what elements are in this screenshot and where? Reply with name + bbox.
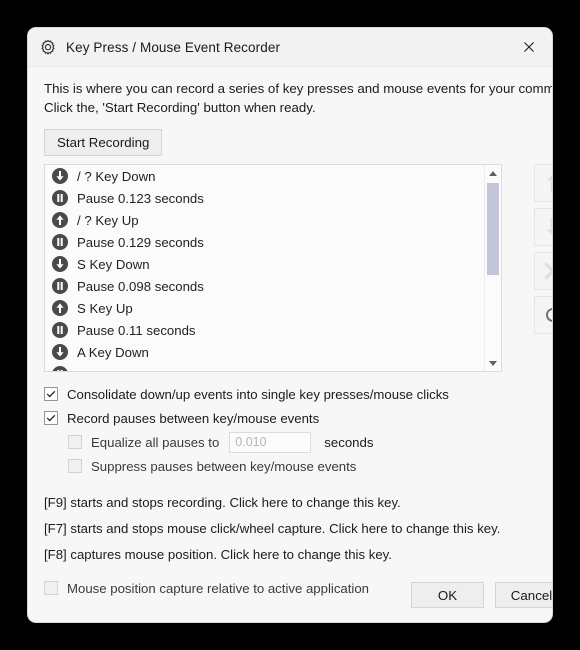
- dialog-body: This is where you can record a series of…: [28, 79, 552, 600]
- delete-button: [534, 252, 552, 290]
- hotkey-line-f8[interactable]: [F8] captures mouse position. Click here…: [44, 542, 536, 568]
- arrow-up-icon: [546, 175, 552, 192]
- intro-line-2: Click the, 'Start Recording' button when…: [44, 100, 316, 115]
- equalize-pauses-label: Equalize all pauses to: [91, 434, 220, 450]
- event-list-item-label: Pause 0.129 seconds: [77, 234, 204, 250]
- key-press-mouse-event-recorder-dialog: Key Press / Mouse Event Recorder This is…: [28, 28, 552, 622]
- event-list[interactable]: / ? Key Down Pause 0.123 seconds / ? Key U…: [44, 164, 502, 372]
- event-list-item[interactable]: Pause 0.129 seconds: [45, 231, 485, 253]
- event-list-scrollbar[interactable]: [484, 165, 501, 371]
- event-list-rows: / ? Key Down Pause 0.123 seconds / ? Key U…: [45, 165, 485, 371]
- scroll-down-arrow-icon[interactable]: [485, 355, 501, 371]
- record-pauses-label: Record pauses between key/mouse events: [67, 410, 320, 426]
- intro-line-1: This is where you can record a series of…: [44, 81, 552, 96]
- gear-icon: [40, 39, 56, 55]
- record-pauses-checkbox[interactable]: [44, 411, 58, 425]
- arrow-down-icon: [546, 218, 552, 235]
- event-list-item-label: Pause 0.098 seconds: [77, 278, 204, 294]
- dialog-footer: OK Cancel: [28, 574, 552, 622]
- options-group: Consolidate down/up events into single k…: [44, 382, 536, 478]
- equalize-pauses-row[interactable]: Equalize all pauses to seconds: [68, 430, 536, 454]
- event-list-item[interactable]: Pause 0.123 seconds: [45, 187, 485, 209]
- event-list-item[interactable]: A Key Down: [45, 341, 485, 363]
- equalize-pauses-checkbox[interactable]: [68, 435, 82, 449]
- hotkey-line-f7[interactable]: [F7] starts and stops mouse click/wheel …: [44, 516, 536, 542]
- event-list-item-label: / ? Key Down: [77, 168, 156, 184]
- close-button[interactable]: [506, 28, 552, 66]
- cancel-button[interactable]: Cancel: [495, 582, 552, 608]
- consolidate-checkbox[interactable]: [44, 387, 58, 401]
- window-title: Key Press / Mouse Event Recorder: [66, 39, 281, 55]
- move-down-button: [534, 208, 552, 246]
- event-list-item[interactable]: / ? Key Down: [45, 165, 485, 187]
- suppress-pauses-label: Suppress pauses between key/mouse events: [91, 458, 357, 474]
- suppress-pauses-row[interactable]: Suppress pauses between key/mouse events: [68, 454, 536, 478]
- event-list-item-label: / ? Key Up: [77, 212, 139, 228]
- list-tool-buttons: [534, 164, 552, 340]
- consolidate-label: Consolidate down/up events into single k…: [67, 386, 449, 402]
- event-list-item-label: Pause 0.123 seconds: [77, 190, 204, 206]
- scroll-up-arrow-icon[interactable]: [485, 165, 501, 181]
- suppress-pauses-checkbox[interactable]: [68, 459, 82, 473]
- event-list-item-label: S Key Up: [77, 300, 133, 316]
- event-list-item[interactable]: / ? Key Up: [45, 209, 485, 231]
- x-icon: [544, 262, 552, 280]
- record-pauses-checkbox-row[interactable]: Record pauses between key/mouse events: [44, 406, 536, 430]
- event-list-item-label: A Key Down: [77, 344, 149, 360]
- event-list-item-label: Pause 0.11 seconds: [77, 322, 196, 338]
- event-list-item[interactable]: S Key Down: [45, 253, 485, 275]
- reset-button[interactable]: [534, 296, 552, 334]
- refresh-icon: [546, 308, 552, 322]
- hotkey-line-f9[interactable]: [F9] starts and stops recording. Click h…: [44, 490, 536, 516]
- title-bar: Key Press / Mouse Event Recorder: [28, 28, 552, 67]
- move-up-button: [534, 164, 552, 202]
- hotkey-group: [F9] starts and stops recording. Click h…: [44, 490, 536, 568]
- event-list-item[interactable]: S Key Up: [45, 297, 485, 319]
- ok-button[interactable]: OK: [411, 582, 484, 608]
- event-list-item[interactable]: Pause 0.098 seconds: [45, 275, 485, 297]
- seconds-unit-label: seconds: [324, 434, 374, 450]
- consolidate-checkbox-row[interactable]: Consolidate down/up events into single k…: [44, 382, 536, 406]
- start-recording-button[interactable]: Start Recording: [44, 129, 163, 156]
- intro-text: This is where you can record a series of…: [44, 79, 552, 117]
- event-list-item[interactable]: Pause 0.11 seconds: [45, 319, 485, 341]
- event-list-item-label: S Key Down: [77, 256, 150, 272]
- scrollbar-thumb[interactable]: [487, 183, 499, 275]
- event-list-item[interactable]: [45, 363, 485, 371]
- equalize-pauses-input[interactable]: [229, 431, 312, 453]
